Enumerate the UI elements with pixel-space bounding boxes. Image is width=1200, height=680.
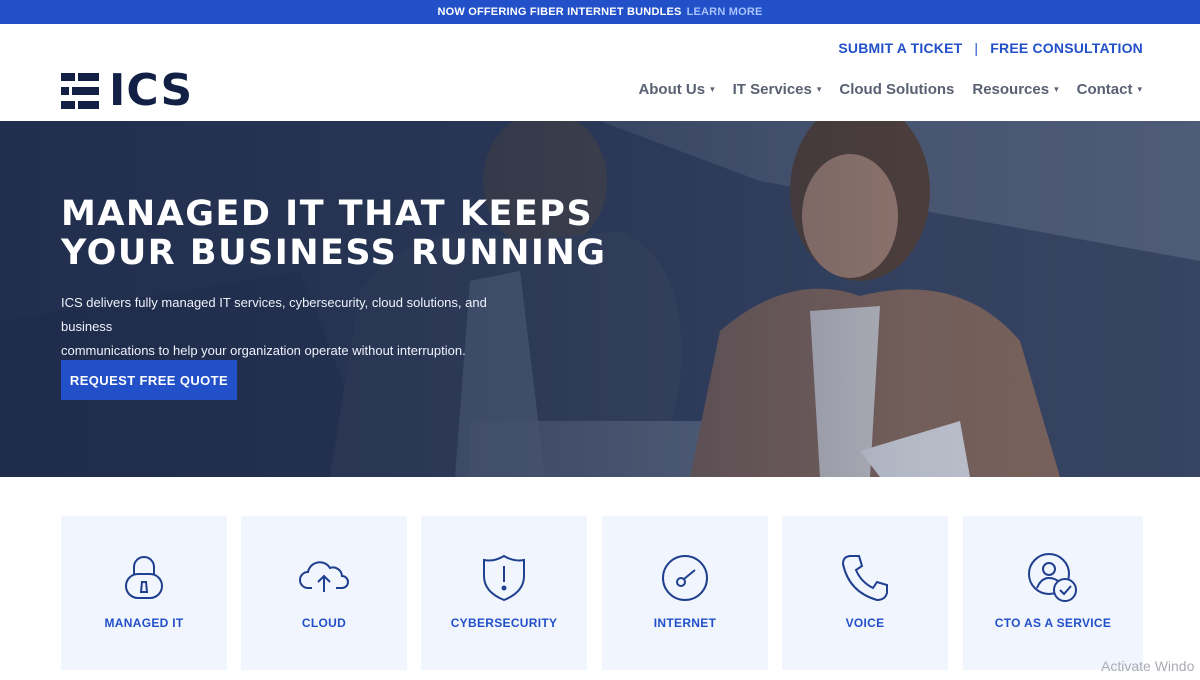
- service-label: CYBERSECURITY: [450, 616, 558, 630]
- speedometer-icon: [662, 555, 708, 601]
- service-label: VOICE: [845, 616, 885, 630]
- free-consultation-link[interactable]: FREE CONSULTATION: [990, 40, 1143, 56]
- site-header: ICS SUBMIT A TICKET | FREE CONSULTATION …: [0, 24, 1200, 121]
- service-card-internet[interactable]: INTERNET: [602, 516, 768, 670]
- hero-subtitle-line: ICS delivers fully managed IT services, …: [61, 295, 487, 334]
- service-label: INTERNET: [653, 616, 717, 630]
- announcement-bar: NOW OFFERING FIBER INTERNET BUNDLES LEAR…: [0, 0, 1200, 24]
- user-check-icon: [1028, 553, 1077, 602]
- logo-mark-icon: [61, 73, 99, 109]
- service-label: CLOUD: [301, 616, 347, 630]
- chevron-down-icon: ▾: [1054, 84, 1059, 94]
- nav-item-resources[interactable]: Resources ▾: [972, 81, 1058, 98]
- utility-links: SUBMIT A TICKET | FREE CONSULTATION: [838, 40, 1143, 56]
- chevron-down-icon: ▾: [710, 84, 715, 94]
- activate-windows-watermark: Activate Windo: [1101, 658, 1195, 674]
- nav-item-it-services[interactable]: IT Services ▾: [733, 81, 822, 98]
- service-card-managed-it[interactable]: MANAGED IT: [61, 516, 227, 670]
- phone-icon: [841, 555, 888, 602]
- hero-title: MANAGED IT THAT KEEPS YOUR BUSINESS RUNN…: [61, 195, 621, 273]
- shield-alert-icon: [483, 554, 525, 602]
- nav-item-label: Contact: [1076, 81, 1133, 98]
- logo-text: ICS: [109, 65, 194, 116]
- main-nav: About Us ▾ IT Services ▾ Cloud Solutions…: [620, 81, 1142, 98]
- chevron-down-icon: ▾: [1137, 84, 1142, 94]
- services-grid: MANAGED IT CLOUD CYBERSECURITY INTERNET …: [61, 516, 1143, 670]
- nav-item-cloud-solutions[interactable]: Cloud Solutions: [839, 81, 954, 98]
- nav-item-label: About Us: [638, 81, 706, 98]
- announcement-text: NOW OFFERING FIBER INTERNET BUNDLES: [437, 6, 682, 18]
- learn-more-link[interactable]: LEARN MORE: [687, 6, 763, 18]
- lock-icon: [125, 556, 163, 599]
- service-card-cloud[interactable]: CLOUD: [241, 516, 407, 670]
- nav-item-label: Cloud Solutions: [839, 81, 955, 98]
- chevron-down-icon: ▾: [816, 84, 822, 94]
- ics-logo[interactable]: ICS: [61, 65, 194, 116]
- nav-item-label: Resources: [972, 81, 1050, 98]
- hero-title-line: MANAGED IT THAT KEEPS: [61, 194, 594, 234]
- utility-separator: |: [974, 40, 979, 56]
- service-card-cto-as-a-service[interactable]: CTO AS A SERVICE: [963, 516, 1143, 670]
- cloud-upload-icon: [299, 561, 349, 592]
- hero-section: MANAGED IT THAT KEEPS YOUR BUSINESS RUNN…: [0, 121, 1200, 477]
- service-label: CTO AS A SERVICE: [994, 616, 1112, 630]
- service-card-cybersecurity[interactable]: CYBERSECURITY: [421, 516, 587, 670]
- nav-item-about-us[interactable]: About Us ▾: [638, 81, 714, 98]
- nav-item-contact[interactable]: Contact ▾: [1077, 81, 1142, 98]
- request-free-quote-button[interactable]: REQUEST FREE QUOTE: [61, 360, 237, 400]
- nav-item-label: IT Services: [732, 81, 812, 98]
- service-label: MANAGED IT: [104, 616, 184, 630]
- hero-subtitle: ICS delivers fully managed IT services, …: [61, 291, 541, 363]
- hero-title-line: YOUR BUSINESS RUNNING: [61, 233, 607, 273]
- service-card-voice[interactable]: VOICE: [782, 516, 948, 670]
- submit-ticket-link[interactable]: SUBMIT A TICKET: [838, 40, 962, 56]
